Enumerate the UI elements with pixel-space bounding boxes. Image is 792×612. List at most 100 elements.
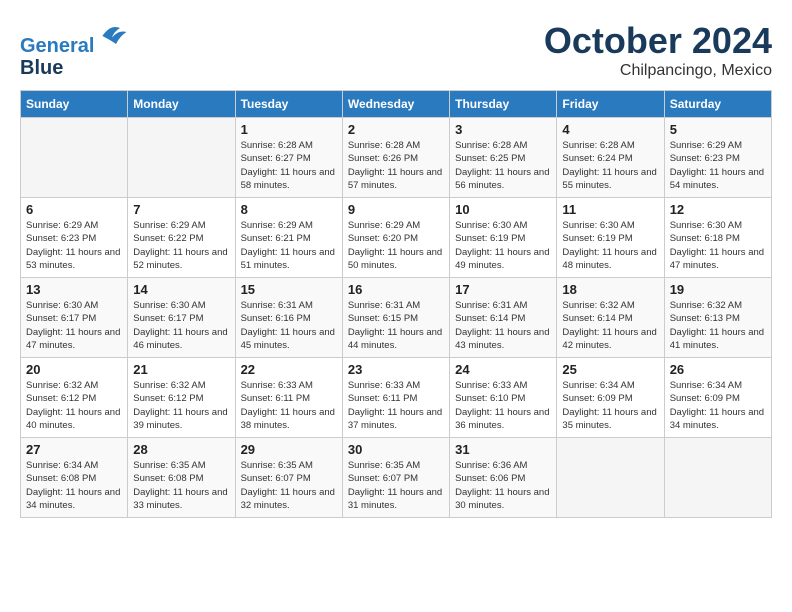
calendar-cell: 11 Sunrise: 6:30 AM Sunset: 6:19 PM Dayli… (557, 198, 664, 278)
calendar-cell: 8 Sunrise: 6:29 AM Sunset: 6:21 PM Daylig… (235, 198, 342, 278)
calendar-cell (21, 118, 128, 198)
calendar-cell (664, 438, 771, 518)
weekday-header: Sunday (21, 91, 128, 118)
calendar-cell: 14Sunrise: 6:30 AM Sunset: 6:17 PM Dayli… (128, 278, 235, 358)
day-info: Sunrise: 6:35 AM Sunset: 6:08 PM Dayligh… (133, 459, 229, 512)
day-number: 9 (348, 202, 444, 217)
day-info: Sunrise: 6:28 AM Sunset: 6:27 PM Dayligh… (241, 139, 337, 192)
calendar-cell: 16Sunrise: 6:31 AM Sunset: 6:15 PM Dayli… (342, 278, 449, 358)
day-info: Sunrise: 6:34 AM Sunset: 6:09 PM Dayligh… (670, 379, 766, 432)
day-info: Sunrise: 6:30 AM Sunset: 6:17 PM Dayligh… (26, 299, 122, 352)
day-info: Sunrise: 6:29 AM Sunset: 6:22 PM Dayligh… (133, 219, 229, 272)
day-number: 12 (670, 202, 766, 217)
location-subtitle: Chilpancingo, Mexico (544, 62, 772, 80)
calendar-cell: 23 Sunrise: 6:33 AM Sunset: 6:11 PM Dayli… (342, 358, 449, 438)
title-block: October 2024 Chilpancingo, Mexico (544, 20, 772, 80)
day-number: 8 (241, 202, 337, 217)
day-number: 15 (241, 282, 337, 297)
calendar-cell: 7 Sunrise: 6:29 AM Sunset: 6:22 PM Daylig… (128, 198, 235, 278)
day-info: Sunrise: 6:33 AM Sunset: 6:10 PM Dayligh… (455, 379, 551, 432)
day-number: 7 (133, 202, 229, 217)
day-info: Sunrise: 6:32 AM Sunset: 6:13 PM Dayligh… (670, 299, 766, 352)
day-number: 10 (455, 202, 551, 217)
day-info: Sunrise: 6:31 AM Sunset: 6:14 PM Dayligh… (455, 299, 551, 352)
day-number: 31 (455, 442, 551, 457)
calendar-cell: 6Sunrise: 6:29 AM Sunset: 6:23 PM Daylig… (21, 198, 128, 278)
day-info: Sunrise: 6:32 AM Sunset: 6:12 PM Dayligh… (133, 379, 229, 432)
calendar-table: SundayMondayTuesdayWednesdayThursdayFrid… (20, 90, 772, 518)
day-number: 14 (133, 282, 229, 297)
day-number: 26 (670, 362, 766, 377)
calendar-cell: 1 Sunrise: 6:28 AM Sunset: 6:27 PM Daylig… (235, 118, 342, 198)
day-number: 17 (455, 282, 551, 297)
calendar-cell: 18Sunrise: 6:32 AM Sunset: 6:14 PM Dayli… (557, 278, 664, 358)
day-number: 16 (348, 282, 444, 297)
day-info: Sunrise: 6:29 AM Sunset: 6:20 PM Dayligh… (348, 219, 444, 272)
weekday-row: SundayMondayTuesdayWednesdayThursdayFrid… (21, 91, 772, 118)
day-number: 18 (562, 282, 658, 297)
day-number: 23 (348, 362, 444, 377)
day-info: Sunrise: 6:35 AM Sunset: 6:07 PM Dayligh… (348, 459, 444, 512)
day-info: Sunrise: 6:29 AM Sunset: 6:21 PM Dayligh… (241, 219, 337, 272)
day-number: 3 (455, 122, 551, 137)
calendar-cell: 10 Sunrise: 6:30 AM Sunset: 6:19 PM Dayli… (450, 198, 557, 278)
day-info: Sunrise: 6:34 AM Sunset: 6:08 PM Dayligh… (26, 459, 122, 512)
day-info: Sunrise: 6:28 AM Sunset: 6:26 PM Dayligh… (348, 139, 444, 192)
day-number: 6 (26, 202, 122, 217)
calendar-week-row: 6Sunrise: 6:29 AM Sunset: 6:23 PM Daylig… (21, 198, 772, 278)
calendar-header: SundayMondayTuesdayWednesdayThursdayFrid… (21, 91, 772, 118)
day-info: Sunrise: 6:35 AM Sunset: 6:07 PM Dayligh… (241, 459, 337, 512)
day-number: 5 (670, 122, 766, 137)
weekday-header: Wednesday (342, 91, 449, 118)
logo-bird-icon (96, 20, 128, 52)
calendar-cell: 3 Sunrise: 6:28 AM Sunset: 6:25 PM Daylig… (450, 118, 557, 198)
day-info: Sunrise: 6:28 AM Sunset: 6:25 PM Dayligh… (455, 139, 551, 192)
day-number: 11 (562, 202, 658, 217)
calendar-cell: 26 Sunrise: 6:34 AM Sunset: 6:09 PM Dayli… (664, 358, 771, 438)
page-header: GeneralBlue October 2024 Chilpancingo, M… (20, 20, 772, 80)
day-info: Sunrise: 6:32 AM Sunset: 6:12 PM Dayligh… (26, 379, 122, 432)
day-info: Sunrise: 6:30 AM Sunset: 6:19 PM Dayligh… (562, 219, 658, 272)
calendar-cell: 2 Sunrise: 6:28 AM Sunset: 6:26 PM Daylig… (342, 118, 449, 198)
day-info: Sunrise: 6:33 AM Sunset: 6:11 PM Dayligh… (348, 379, 444, 432)
calendar-cell: 22 Sunrise: 6:33 AM Sunset: 6:11 PM Dayli… (235, 358, 342, 438)
calendar-cell: 29Sunrise: 6:35 AM Sunset: 6:07 PM Dayli… (235, 438, 342, 518)
calendar-cell: 9 Sunrise: 6:29 AM Sunset: 6:20 PM Daylig… (342, 198, 449, 278)
day-number: 22 (241, 362, 337, 377)
day-number: 21 (133, 362, 229, 377)
day-number: 13 (26, 282, 122, 297)
calendar-cell (557, 438, 664, 518)
day-info: Sunrise: 6:34 AM Sunset: 6:09 PM Dayligh… (562, 379, 658, 432)
day-number: 24 (455, 362, 551, 377)
calendar-cell: 25 Sunrise: 6:34 AM Sunset: 6:09 PM Dayli… (557, 358, 664, 438)
calendar-cell: 20 Sunrise: 6:32 AM Sunset: 6:12 PM Dayli… (21, 358, 128, 438)
logo-text: GeneralBlue (20, 20, 128, 79)
calendar-week-row: 13 Sunrise: 6:30 AM Sunset: 6:17 PM Dayli… (21, 278, 772, 358)
day-info: Sunrise: 6:30 AM Sunset: 6:19 PM Dayligh… (455, 219, 551, 272)
day-number: 1 (241, 122, 337, 137)
day-info: Sunrise: 6:29 AM Sunset: 6:23 PM Dayligh… (670, 139, 766, 192)
calendar-cell: 28Sunrise: 6:35 AM Sunset: 6:08 PM Dayli… (128, 438, 235, 518)
calendar-cell: 13 Sunrise: 6:30 AM Sunset: 6:17 PM Dayli… (21, 278, 128, 358)
calendar-week-row: 20 Sunrise: 6:32 AM Sunset: 6:12 PM Dayli… (21, 358, 772, 438)
calendar-cell: 12Sunrise: 6:30 AM Sunset: 6:18 PM Dayli… (664, 198, 771, 278)
day-number: 19 (670, 282, 766, 297)
weekday-header: Thursday (450, 91, 557, 118)
day-number: 25 (562, 362, 658, 377)
day-number: 20 (26, 362, 122, 377)
day-info: Sunrise: 6:33 AM Sunset: 6:11 PM Dayligh… (241, 379, 337, 432)
calendar-cell: 19 Sunrise: 6:32 AM Sunset: 6:13 PM Dayli… (664, 278, 771, 358)
weekday-header: Saturday (664, 91, 771, 118)
day-info: Sunrise: 6:31 AM Sunset: 6:16 PM Dayligh… (241, 299, 337, 352)
calendar-cell: 31Sunrise: 6:36 AM Sunset: 6:06 PM Dayli… (450, 438, 557, 518)
weekday-header: Monday (128, 91, 235, 118)
logo: GeneralBlue (20, 20, 128, 79)
calendar-cell: 21 Sunrise: 6:32 AM Sunset: 6:12 PM Dayli… (128, 358, 235, 438)
month-title: October 2024 (544, 20, 772, 62)
calendar-cell: 15 Sunrise: 6:31 AM Sunset: 6:16 PM Dayli… (235, 278, 342, 358)
calendar-cell: 24 Sunrise: 6:33 AM Sunset: 6:10 PM Dayli… (450, 358, 557, 438)
calendar-cell: 17 Sunrise: 6:31 AM Sunset: 6:14 PM Dayli… (450, 278, 557, 358)
day-number: 27 (26, 442, 122, 457)
weekday-header: Friday (557, 91, 664, 118)
day-number: 2 (348, 122, 444, 137)
